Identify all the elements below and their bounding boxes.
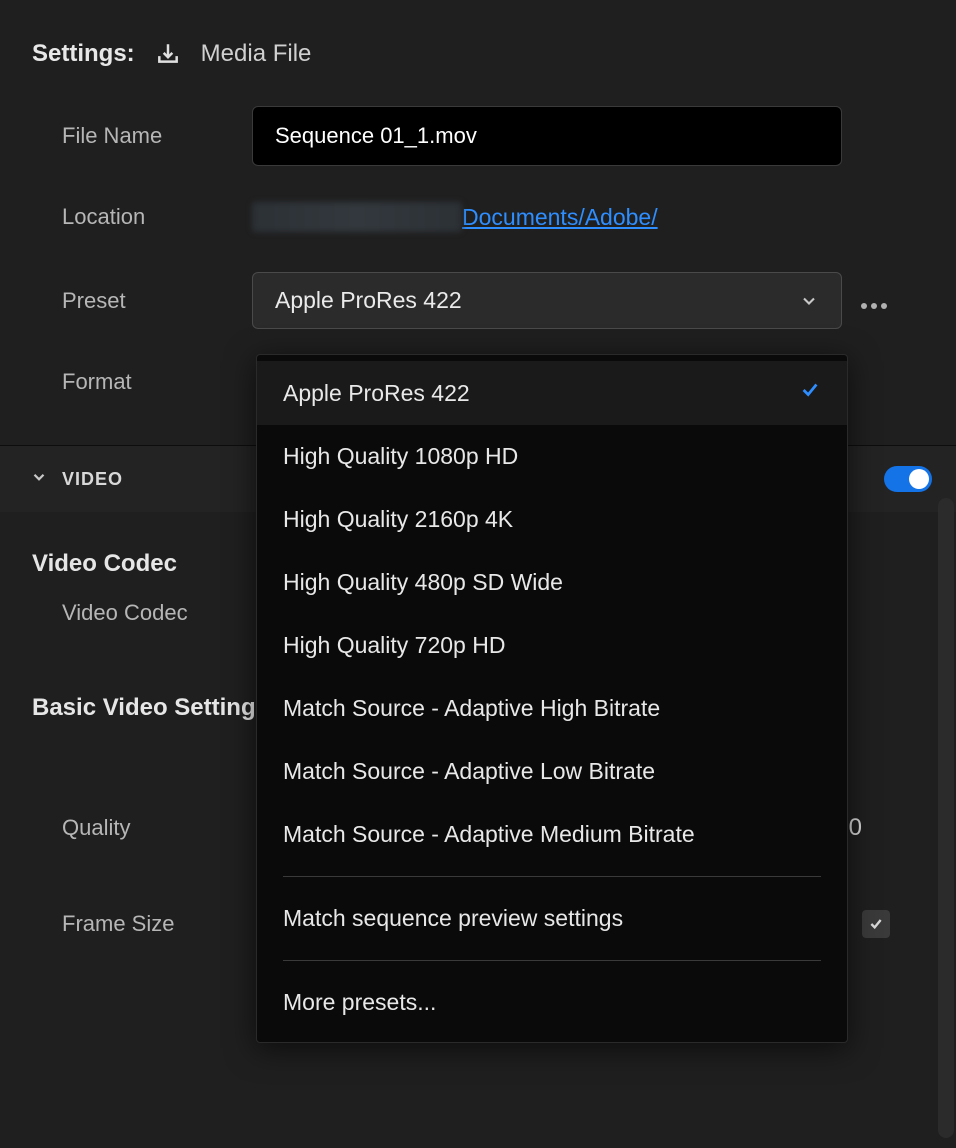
format-label: Format	[62, 369, 252, 395]
chevron-down-icon	[799, 291, 819, 311]
preset-option[interactable]: High Quality 2160p 4K	[257, 488, 847, 551]
video-toggle[interactable]	[884, 466, 932, 492]
frame-size-label: Frame Size	[62, 911, 252, 937]
preset-option[interactable]: High Quality 1080p HD	[257, 425, 847, 488]
location-redacted	[252, 202, 462, 232]
preset-option-label: More presets...	[283, 989, 436, 1016]
more-options-button[interactable]	[860, 285, 888, 317]
location-value: Documents/Adobe/	[252, 202, 658, 232]
location-row: Location Documents/Adobe/	[0, 176, 956, 258]
import-preset-icon[interactable]	[155, 41, 181, 67]
preset-option[interactable]: Match Source - Adaptive Medium Bitrate	[257, 803, 847, 866]
preset-option-label: Match Source - Adaptive Medium Bitrate	[283, 821, 695, 848]
file-name-input[interactable]	[252, 106, 842, 166]
frame-size-checkbox[interactable]	[862, 910, 890, 938]
toggle-knob	[909, 469, 929, 489]
preset-dropdown-list: Apple ProRes 422 High Quality 1080p HD H…	[256, 354, 848, 1043]
preset-option-label: High Quality 2160p 4K	[283, 506, 513, 533]
preset-dropdown[interactable]: Apple ProRes 422	[252, 272, 842, 329]
quality-value: 00	[835, 814, 924, 842]
location-link[interactable]: Documents/Adobe/	[462, 204, 658, 231]
preset-label: Preset	[62, 288, 252, 314]
preset-option-label: Match Source - Adaptive High Bitrate	[283, 695, 660, 722]
dropdown-divider	[283, 960, 821, 961]
preset-option-label: High Quality 480p SD Wide	[283, 569, 563, 596]
settings-header: Settings: Media File	[0, 0, 956, 96]
settings-label: Settings:	[32, 40, 135, 68]
preset-option[interactable]: High Quality 480p SD Wide	[257, 551, 847, 614]
preset-option-label: Match sequence preview settings	[283, 905, 623, 932]
preset-option-label: Match Source - Adaptive Low Bitrate	[283, 758, 655, 785]
preset-option[interactable]: High Quality 720p HD	[257, 614, 847, 677]
preset-value: Apple ProRes 422	[275, 287, 462, 314]
preset-option-label: Apple ProRes 422	[283, 380, 470, 407]
preset-more[interactable]: More presets...	[257, 971, 847, 1034]
preset-option[interactable]: Match Source - Adaptive Low Bitrate	[257, 740, 847, 803]
preset-option[interactable]: Match Source - Adaptive High Bitrate	[257, 677, 847, 740]
quality-label: Quality	[62, 815, 252, 841]
preset-option-label: High Quality 1080p HD	[283, 443, 518, 470]
file-name-row: File Name	[0, 96, 956, 176]
check-icon	[799, 379, 821, 407]
preset-row: Preset Apple ProRes 422	[0, 258, 956, 343]
file-name-label: File Name	[62, 123, 252, 149]
preset-option[interactable]: Apple ProRes 422	[257, 361, 847, 425]
video-codec-label: Video Codec	[62, 600, 252, 626]
media-file-label: Media File	[201, 40, 312, 68]
preset-match-sequence[interactable]: Match sequence preview settings	[257, 887, 847, 950]
video-section-title: VIDEO	[62, 469, 123, 490]
scrollbar[interactable]	[938, 498, 954, 1138]
chevron-down-icon	[30, 468, 48, 491]
location-label: Location	[62, 204, 252, 230]
preset-option-label: High Quality 720p HD	[283, 632, 505, 659]
export-settings-panel: Settings: Media File File Name Location …	[0, 0, 956, 1148]
dropdown-divider	[283, 876, 821, 877]
